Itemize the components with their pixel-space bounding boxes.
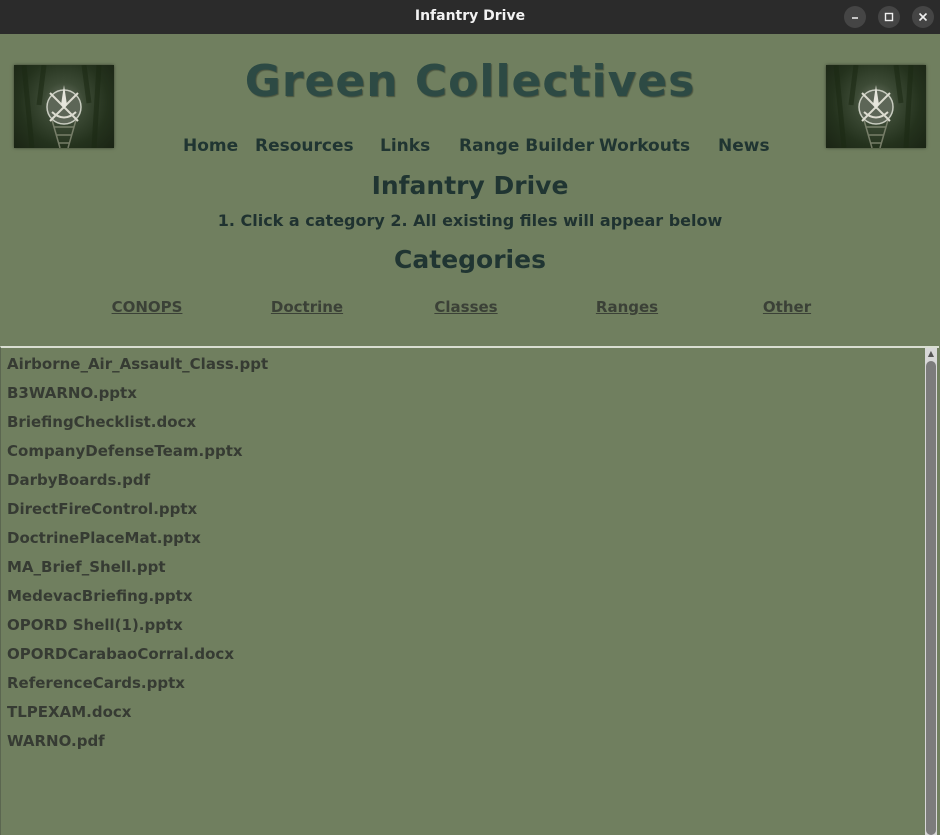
file-item[interactable]: MA_Brief_Shell.ppt (7, 555, 268, 584)
file-item[interactable]: TLPEXAM.docx (7, 700, 268, 729)
page-heading: Infantry Drive (371, 171, 569, 200)
close-button[interactable] (912, 6, 934, 28)
window-title: Infantry Drive (414, 8, 526, 24)
nav-resources[interactable]: Resources (255, 136, 354, 156)
file-item[interactable]: MedevacBriefing.pptx (7, 584, 268, 613)
nav-workouts[interactable]: Workouts (599, 136, 690, 156)
file-item[interactable]: OPORD Shell(1).pptx (7, 613, 268, 642)
file-item[interactable]: WARNO.pdf (7, 729, 268, 758)
nav-range-builder[interactable]: Range Builder (459, 136, 594, 156)
instructions-text: 1. Click a category 2. All existing file… (217, 211, 723, 230)
scrollbar-thumb[interactable] (926, 361, 936, 835)
maximize-icon (884, 12, 894, 22)
nav-links[interactable]: Links (380, 136, 430, 156)
category-links: CONOPS Doctrine Classes Ranges Other (0, 298, 940, 318)
file-item[interactable]: BriefingChecklist.docx (7, 410, 268, 439)
file-item[interactable]: Airborne_Air_Assault_Class.ppt (7, 352, 268, 381)
category-other[interactable]: Other (763, 298, 811, 316)
category-ranges[interactable]: Ranges (596, 298, 658, 316)
file-list-panel[interactable]: Airborne_Air_Assault_Class.ppt B3WARNO.p… (0, 346, 939, 835)
file-item[interactable]: B3WARNO.pptx (7, 381, 268, 410)
main-nav: Home Resources Links Range Builder Worko… (0, 136, 940, 158)
nav-news[interactable]: News (718, 136, 770, 156)
window-titlebar: Infantry Drive (0, 0, 940, 34)
scroll-up-arrow-icon[interactable]: ▲ (927, 349, 935, 358)
nav-home[interactable]: Home (183, 136, 238, 156)
site-title: Green Collectives (244, 56, 696, 107)
file-item[interactable]: DirectFireControl.pptx (7, 497, 268, 526)
file-item[interactable]: DoctrinePlaceMat.pptx (7, 526, 268, 555)
page: Green Collectives Home Resources Links R… (0, 34, 940, 835)
file-item[interactable]: OPORDCarabaoCorral.docx (7, 642, 268, 671)
category-classes[interactable]: Classes (434, 298, 497, 316)
categories-heading: Categories (394, 245, 546, 274)
file-list: Airborne_Air_Assault_Class.ppt B3WARNO.p… (7, 352, 268, 758)
close-icon (918, 12, 928, 22)
file-item[interactable]: ReferenceCards.pptx (7, 671, 268, 700)
category-conops[interactable]: CONOPS (112, 298, 183, 316)
minimize-button[interactable] (844, 6, 866, 28)
minimize-icon (852, 17, 858, 19)
file-item[interactable]: CompanyDefenseTeam.pptx (7, 439, 268, 468)
maximize-button[interactable] (878, 6, 900, 28)
file-item[interactable]: DarbyBoards.pdf (7, 468, 268, 497)
vertical-scrollbar[interactable]: ▲ (925, 348, 937, 835)
category-doctrine[interactable]: Doctrine (271, 298, 343, 316)
